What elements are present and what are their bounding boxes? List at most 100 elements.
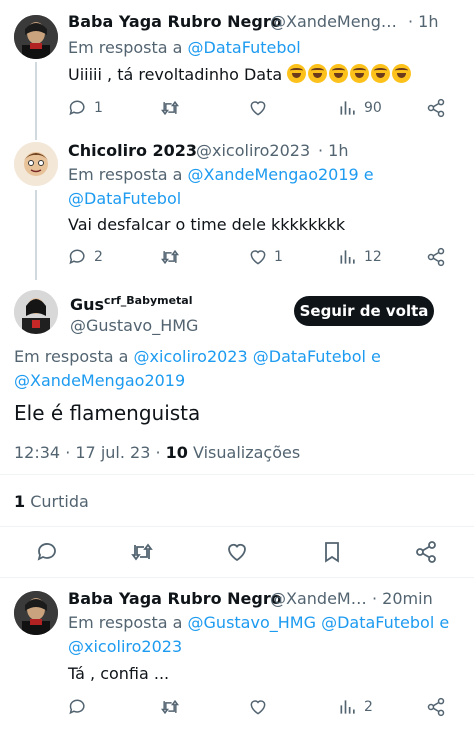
author-handle[interactable]: @xicoliro2023 [196, 141, 310, 160]
retweet-icon [161, 100, 179, 116]
author-name[interactable]: Baba Yaga Rubro Negro [68, 12, 282, 31]
mention-link[interactable]: @DataFutebol [321, 613, 434, 632]
rofl-emoji-icon [308, 64, 328, 83]
mention-link[interactable]: @XandeMengao2019 [188, 165, 359, 184]
heart-icon [250, 250, 266, 265]
tweet-body: Ele é flamenguista [14, 401, 201, 425]
tweet-time[interactable]: · 1h [408, 12, 439, 31]
reply-button[interactable]: 1 [68, 98, 103, 118]
tweet-time[interactable]: · 1h [318, 141, 349, 160]
share-button[interactable] [426, 697, 446, 717]
heart-icon [250, 700, 266, 715]
share-button[interactable] [414, 540, 438, 564]
views-label: Visualizações [193, 443, 301, 462]
avatar[interactable] [14, 290, 58, 334]
mention-link[interactable]: @xicoliro2023 [68, 637, 182, 656]
mention-link[interactable]: @xicoliro2023 [134, 347, 248, 366]
author-name-suffix: crf_Babymetal [104, 294, 193, 307]
follow-back-button[interactable]: Seguir de volta [294, 296, 434, 326]
divider [0, 474, 474, 475]
tweet-body: Vai desfalcar o time dele kkkkkkkk [68, 215, 346, 234]
reply-count: 2 [94, 249, 103, 265]
retweet-button[interactable] [160, 247, 186, 267]
author-handle[interactable]: @XandeM… [270, 589, 367, 608]
reply-button[interactable] [36, 540, 60, 564]
retweet-button[interactable] [130, 540, 154, 564]
bookmark-button[interactable] [320, 540, 344, 564]
avatar[interactable] [14, 15, 58, 59]
mention-link[interactable]: @DataFutebol [68, 189, 181, 208]
avatar[interactable] [14, 142, 58, 186]
likes-label: Curtida [30, 492, 89, 511]
reply-prefix: Em resposta a [68, 165, 183, 184]
rofl-emoji-icon [329, 64, 349, 83]
laughing-emoji-row [287, 64, 413, 84]
heart-icon [250, 101, 266, 116]
views-button[interactable]: 12 [338, 247, 382, 267]
rofl-emoji-icon [287, 64, 307, 83]
retweet-icon [161, 249, 179, 265]
mention-link[interactable]: @DataFutebol [188, 38, 301, 57]
author-name[interactable]: Guscrf_Babymetal [70, 294, 193, 314]
retweet-icon [131, 543, 153, 561]
author-name[interactable]: Baba Yaga Rubro Negro [68, 589, 282, 608]
thread-connector [35, 62, 37, 140]
reply-context: Em resposta a @XandeMengao2019 e [68, 165, 374, 184]
tweet-body: Uiiiii , tá revoltadinho Data [68, 65, 283, 84]
reply-prefix: Em resposta a [14, 347, 129, 366]
heart-icon [228, 543, 246, 562]
divider [0, 526, 474, 527]
reply-icon [69, 699, 85, 715]
retweet-icon [161, 699, 179, 715]
tweet-time[interactable]: · 20min [372, 589, 433, 608]
retweet-button[interactable] [160, 98, 186, 118]
like-button[interactable] [248, 697, 274, 717]
like-button[interactable]: 1 [248, 247, 283, 267]
like-button[interactable] [248, 98, 274, 118]
share-icon [427, 247, 445, 267]
author-name[interactable]: Chicoliro 2023 [68, 141, 197, 160]
views-count: 10 [165, 443, 188, 462]
views-button[interactable]: 90 [338, 98, 382, 118]
analytics-icon [340, 101, 355, 115]
reply-button[interactable] [68, 697, 94, 717]
reply-context: Em resposta a @xicoliro2023 @DataFutebol… [14, 347, 381, 366]
reply-icon [69, 100, 85, 116]
tweet-text: Uiiiii , tá revoltadinho Data [68, 64, 413, 84]
view-count: 2 [364, 699, 373, 715]
view-count: 90 [364, 100, 382, 116]
bookmark-icon [325, 542, 339, 563]
reply-and: e [371, 347, 381, 366]
reply-and: e [439, 613, 450, 632]
thread-connector [35, 190, 37, 280]
likes-count: 1 [14, 492, 26, 511]
like-count: 1 [274, 249, 283, 265]
author-handle[interactable]: @XandeMeng… [270, 12, 397, 31]
retweet-button[interactable] [160, 697, 186, 717]
share-icon [416, 541, 436, 563]
share-icon [427, 98, 445, 118]
reply-prefix: Em resposta a [68, 613, 183, 632]
tweet-timestamp[interactable]: 12:34 · 17 jul. 23 · [14, 443, 161, 462]
divider [0, 577, 474, 578]
share-icon [427, 697, 445, 717]
author-handle[interactable]: @Gustavo_HMG [70, 316, 198, 335]
mention-link[interactable]: @XandeMengao2019 [14, 371, 185, 390]
avatar[interactable] [14, 591, 58, 635]
mention-link[interactable]: @Gustavo_HMG [188, 613, 316, 632]
views-button[interactable]: 2 [338, 697, 373, 717]
mention-link[interactable]: @DataFutebol [253, 347, 366, 366]
analytics-icon [340, 250, 355, 264]
tweet-meta: 12:34 · 17 jul. 23 · 10 Visualizações [14, 443, 300, 462]
reply-button[interactable]: 2 [68, 247, 103, 267]
view-count: 12 [364, 249, 382, 265]
reply-context: Em resposta a @DataFutebol [68, 38, 301, 57]
analytics-icon [340, 700, 355, 714]
likes-stat[interactable]: 1 Curtida [14, 492, 89, 511]
reply-icon [69, 249, 85, 265]
like-button[interactable] [225, 540, 249, 564]
rofl-emoji-icon [350, 64, 370, 83]
rofl-emoji-icon [371, 64, 391, 83]
share-button[interactable] [426, 247, 446, 267]
share-button[interactable] [426, 98, 446, 118]
